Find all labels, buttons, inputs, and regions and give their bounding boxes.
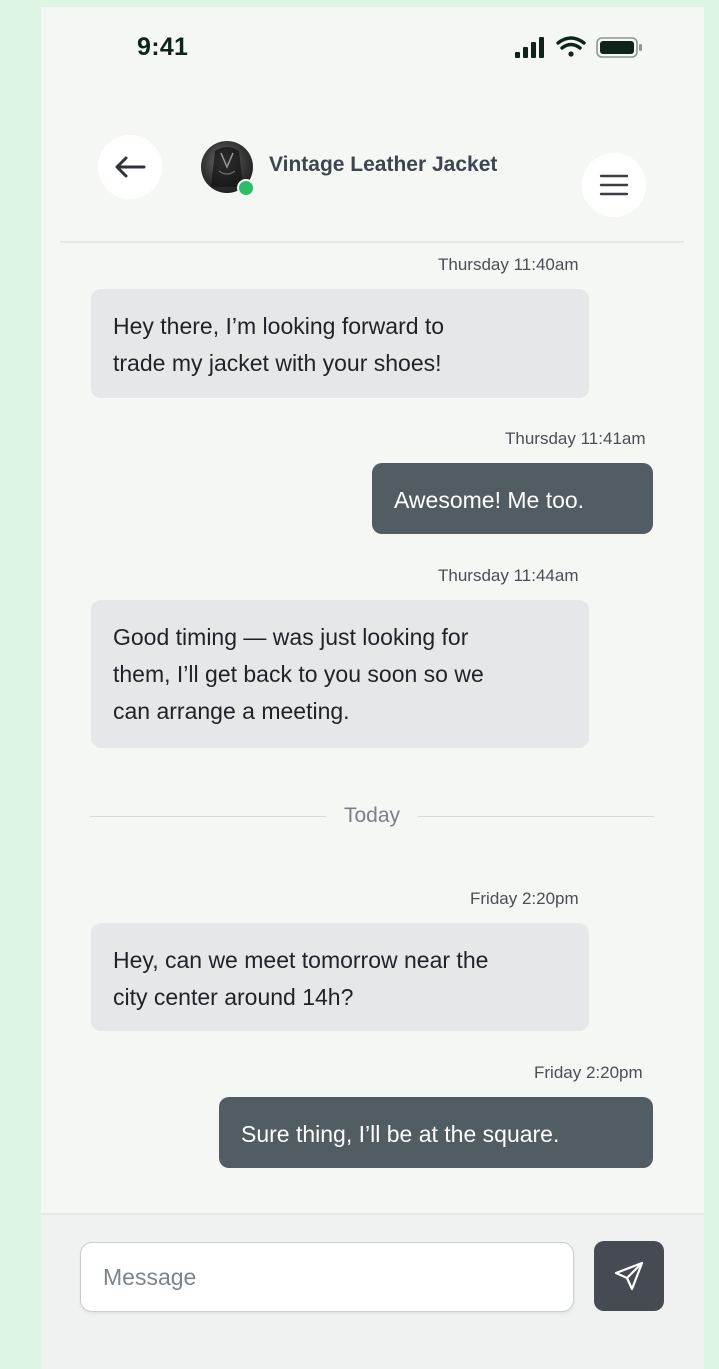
online-status-dot <box>237 179 255 197</box>
menu-button[interactable] <box>582 153 646 217</box>
message-composer <box>41 1213 704 1369</box>
day-separator: Today <box>90 797 654 837</box>
message-text-line: Awesome! Me too. <box>394 487 585 513</box>
message-timestamp: Friday 2:20pm <box>470 889 579 908</box>
status-icons <box>515 35 645 61</box>
message-input[interactable] <box>80 1242 574 1312</box>
message-timestamp: Thursday 11:44am <box>438 566 579 585</box>
background-shape-right <box>704 66 719 1369</box>
message-text-line: can arrange a meeting. <box>113 698 350 724</box>
message-timestamp: Thursday 11:40am <box>438 255 579 274</box>
send-button[interactable] <box>594 1241 664 1311</box>
incoming-message-bubble[interactable]: Good timing — was just looking for them,… <box>91 600 589 748</box>
back-button[interactable] <box>98 135 162 199</box>
status-time: 9:41 <box>137 33 189 61</box>
send-icon <box>614 1261 644 1291</box>
message-text-line: city center around 14h? <box>113 984 354 1010</box>
message-timestamp: Friday 2:20pm <box>534 1063 643 1082</box>
outgoing-message-bubble[interactable]: Sure thing, I’ll be at the square. <box>219 1097 653 1168</box>
message-text-line: Hey there, I’m looking forward to <box>113 313 445 339</box>
battery-icon <box>596 37 642 58</box>
background-shape-top <box>0 0 719 7</box>
arrow-left-icon <box>115 156 146 178</box>
header-divider <box>60 241 684 243</box>
chat-title: Vintage Leather Jacket <box>269 153 498 176</box>
message-text-line: Good timing — was just looking for <box>113 624 469 650</box>
message-timestamp: Thursday 11:41am <box>505 429 646 448</box>
incoming-message-bubble[interactable]: Hey there, I’m looking forward to trade … <box>91 289 589 398</box>
signal-icon <box>515 37 544 58</box>
avatar[interactable] <box>201 141 255 197</box>
day-separator-label: Today <box>343 804 401 827</box>
hamburger-menu-icon <box>599 174 629 196</box>
message-text-line: Sure thing, I’ll be at the square. <box>241 1121 560 1147</box>
message-text-line: them, I’ll get back to you soon so we <box>113 661 484 687</box>
incoming-message-bubble[interactable]: Hey, can we meet tomorrow near the city … <box>91 923 589 1031</box>
wifi-icon <box>556 36 586 57</box>
outgoing-message-bubble[interactable]: Awesome! Me too. <box>372 463 653 534</box>
message-text-line: trade my jacket with your shoes! <box>113 350 442 376</box>
message-text-line: Hey, can we meet tomorrow near the <box>113 947 489 973</box>
phone-screen: 9:41 Vintage Leather Jacket Thursday 11:… <box>41 7 704 1369</box>
